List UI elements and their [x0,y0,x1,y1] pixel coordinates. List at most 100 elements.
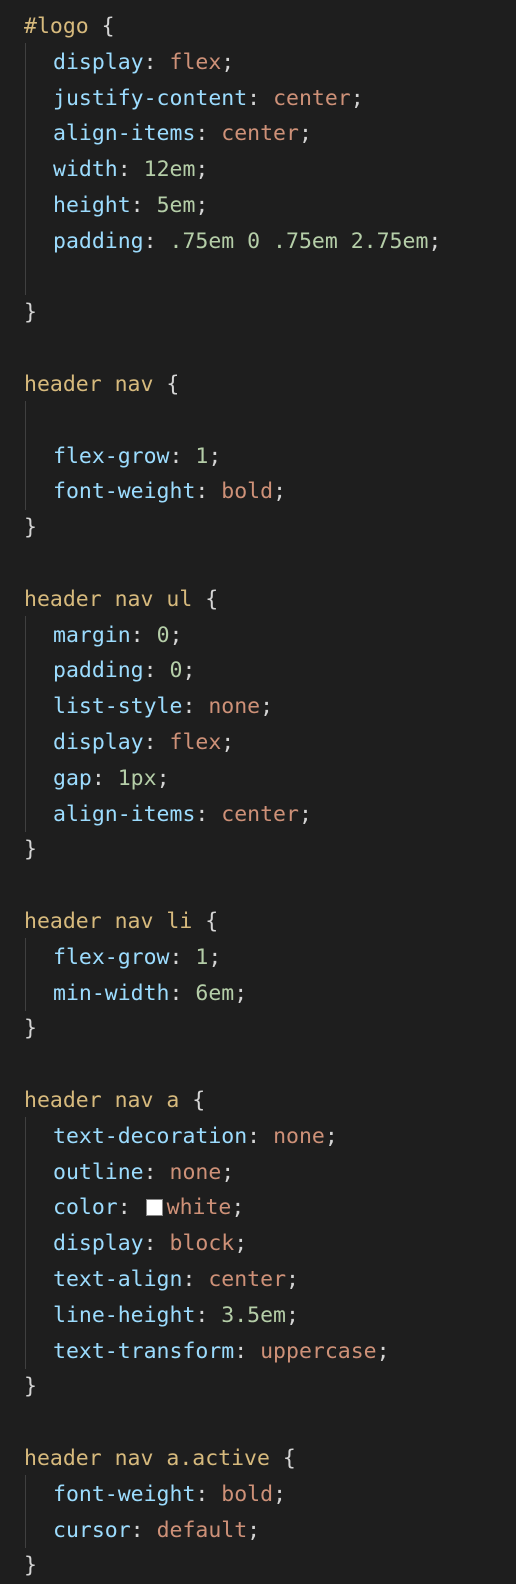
css-property: display [53,730,144,755]
css-value: none [208,694,261,720]
css-property: margin [53,622,131,648]
css-property: padding [53,228,144,254]
css-value: 1px [117,765,157,791]
semicolon: ; [376,1338,390,1364]
semicolon: ; [260,694,274,720]
css-value: white [166,1195,232,1221]
indent-guide [25,400,26,511]
close-brace: } [24,300,37,326]
code-line-close: } [24,1548,37,1584]
code-line-close: } [24,1369,37,1405]
colon: : [195,479,222,505]
colon: : [247,85,274,111]
css-selector: header nav ul [24,586,193,612]
semicolon: ; [247,1517,261,1543]
css-property: min-width [53,980,170,1006]
css-value: center [273,85,351,111]
code-line-declaration: font-weight: bold; [53,1477,286,1513]
css-property: height [53,193,131,218]
semicolon: ; [231,1195,245,1221]
code-editor[interactable]: #logo { display: flex; justify-content: ce… [0,0,516,1578]
css-selector: header nav li [24,909,193,934]
colon: : [169,443,196,469]
close-brace: } [24,1553,37,1579]
colon: : [143,1159,170,1185]
close-brace: } [24,515,37,541]
css-property: align-items [53,801,196,827]
colon: : [130,1517,157,1543]
css-value: center [221,801,299,827]
code-line-declaration: padding: .75em 0 .75em 2.75em; [53,224,441,260]
colon: : [169,980,196,1006]
semicolon: ; [195,193,209,218]
close-brace: } [24,1016,37,1042]
colon: : [143,49,170,75]
css-value: 1 [195,944,209,970]
code-line-declaration: list-style: none; [53,689,273,725]
semicolon: ; [156,765,170,791]
colon: : [182,1267,209,1292]
css-value: default [156,1517,248,1543]
css-value: 6em [195,980,235,1006]
semicolon: ; [169,622,183,648]
semicolon: ; [273,1481,287,1507]
css-property: cursor [53,1517,131,1543]
colon: : [143,228,170,254]
colon: : [195,801,222,827]
css-selector: #logo [24,14,89,39]
code-line-declaration: outline: none; [53,1155,234,1191]
colon: : [143,1231,170,1257]
semicolon: ; [298,801,312,827]
css-selector: header nav [24,372,154,397]
css-value: flex [169,730,222,755]
semicolon: ; [221,49,235,75]
semicolon: ; [221,730,235,755]
colon: : [182,694,209,720]
semicolon: ; [428,228,442,254]
code-line-selector: header nav ul { [24,582,218,618]
code-line-selector: header nav a { [24,1083,205,1119]
code-line-declaration: text-transform: uppercase; [53,1334,390,1370]
colon: : [195,1302,222,1328]
colon: : [117,157,144,183]
code-line-selector: #logo { [24,9,115,45]
colon: : [195,121,222,147]
css-value: bold [221,479,274,505]
color-swatch-icon[interactable] [145,1199,163,1217]
colon: : [195,1481,222,1507]
colon: : [117,1195,144,1221]
css-property: flex-grow [53,944,170,970]
css-value: flex [169,49,222,75]
css-value: 12em [143,157,196,183]
css-value: 0 [169,658,183,684]
open-brace: { [88,14,115,39]
open-brace: { [269,1446,296,1471]
open-brace: { [192,586,219,612]
code-line-declaration: padding: 0; [53,653,195,689]
css-property: gap [53,765,92,791]
css-property: font-weight [53,479,196,505]
css-property: justify-content [53,85,248,111]
code-line-declaration: color: white; [53,1190,244,1226]
css-property: list-style [53,694,183,720]
code-line-declaration: min-width: 6em; [53,976,247,1012]
code-line-selector: header nav li { [24,904,218,940]
colon: : [91,765,118,791]
code-line-declaration: flex-grow: 1; [53,439,221,475]
css-property: outline [53,1159,144,1185]
css-property: text-decoration [53,1123,248,1149]
css-property: line-height [53,1302,196,1328]
code-line-close: } [24,295,37,331]
code-line-declaration: margin: 0; [53,618,182,654]
css-value: none [273,1123,325,1149]
semicolon: ; [221,1159,235,1185]
css-property: align-items [53,121,196,147]
css-value: none [169,1159,222,1185]
code-line-declaration: width: 12em; [53,152,208,188]
css-value: 1 [195,443,209,469]
css-value: uppercase [260,1338,377,1364]
code-line-declaration: align-items: center; [53,797,312,833]
code-line-close: } [24,1011,37,1047]
semicolon: ; [182,658,196,684]
colon: : [247,1123,274,1149]
